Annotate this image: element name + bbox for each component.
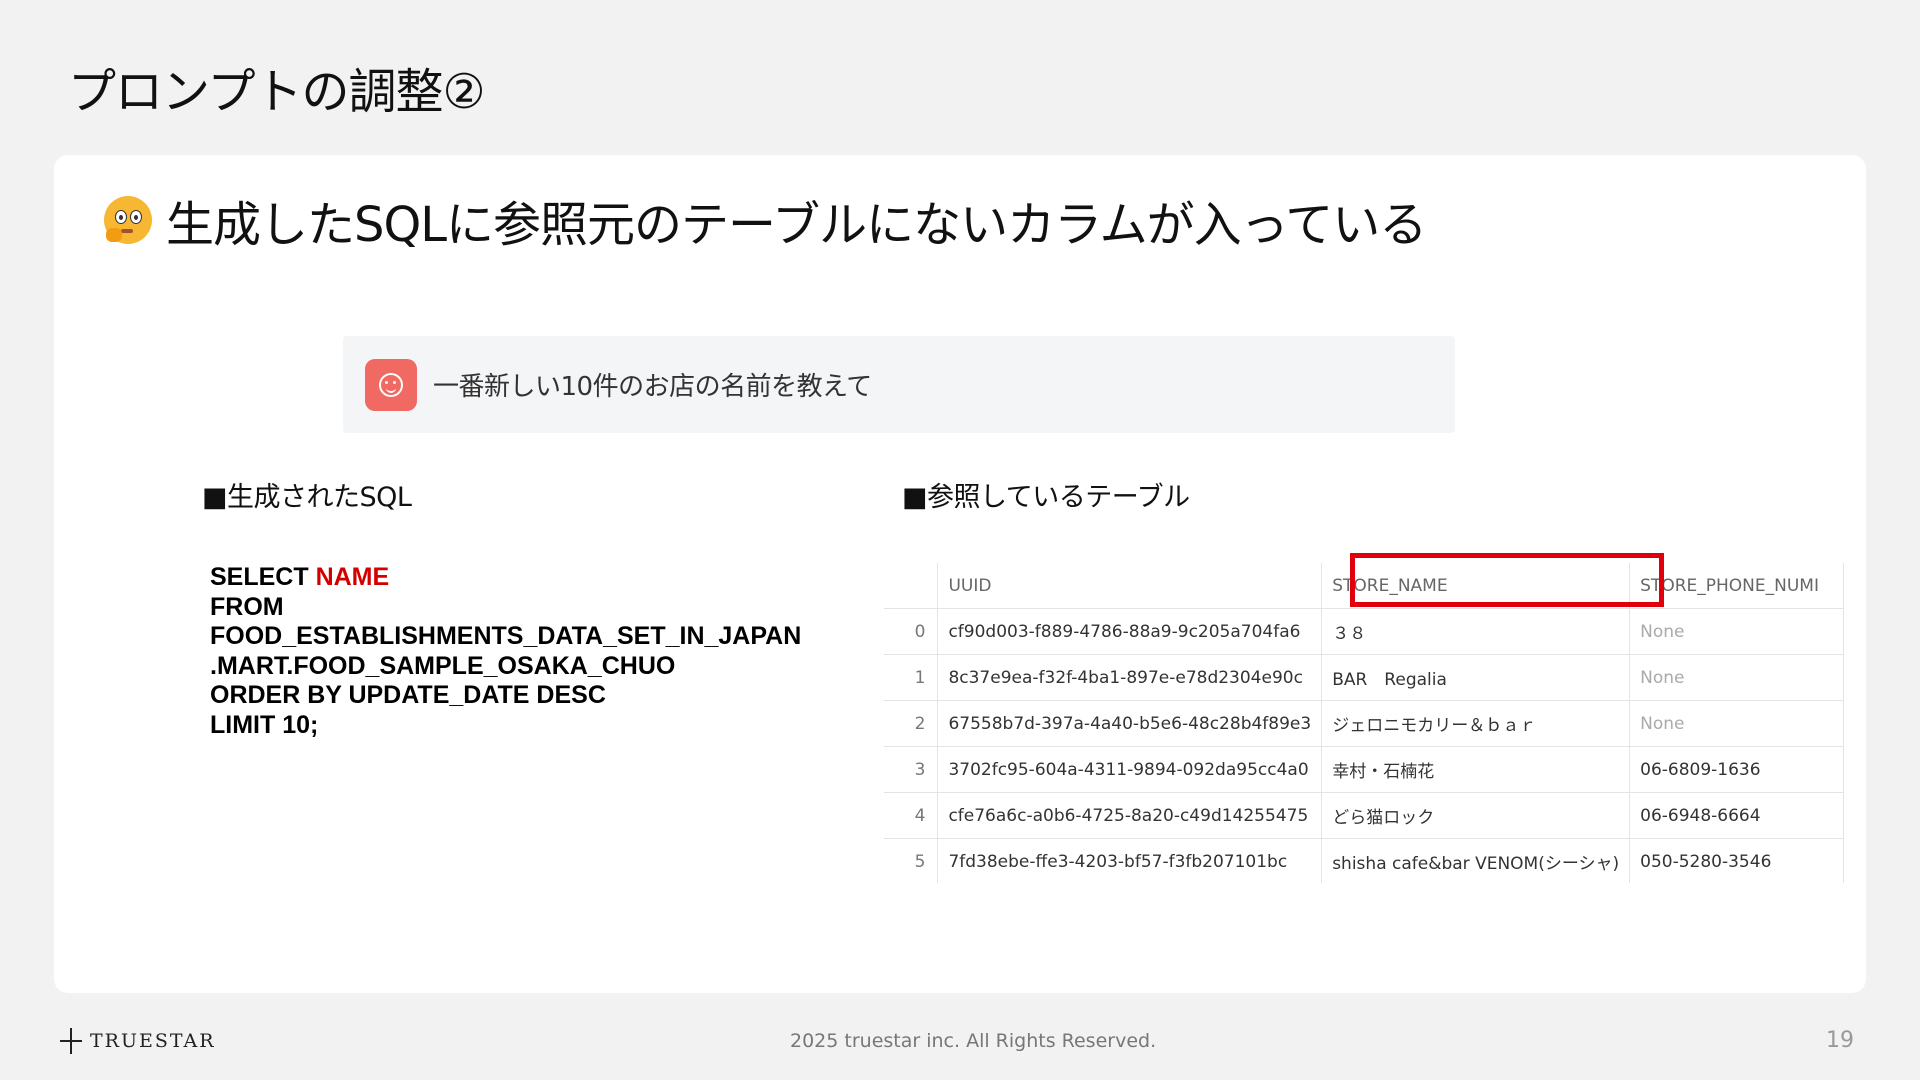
cell-uuid: 3702fc95-604a-4311-9894-092da95cc4a0 (937, 746, 1323, 793)
cell-store-phone: 06-6948-6664 (1629, 792, 1844, 839)
cell-store-phone: None (1629, 654, 1844, 701)
table-row: 5 7fd38ebe-ffe3-4203-bf57-f3fb207101bc s… (884, 838, 1844, 883)
row-index: 4 (884, 792, 939, 839)
row-index: 3 (884, 746, 939, 793)
thinking-face-icon (104, 196, 152, 244)
sql-code: SELECT NAME FROM FOOD_ESTABLISHMENTS_DAT… (210, 563, 801, 740)
cell-store-phone: 06-6809-1636 (1629, 746, 1844, 793)
sql-line: FOOD_ESTABLISHMENTS_DATA_SET_IN_JAPAN (210, 622, 802, 650)
cell-uuid: 67558b7d-397a-4a40-b5e6-48c28b4f89e3 (937, 700, 1323, 747)
prompt-text: 一番新しい10件のお店の名前を教えて (433, 372, 872, 402)
table-row: 4 cfe76a6c-a0b6-4725-8a20-c49d14255475 ど… (884, 792, 1844, 839)
page-number: 19 (1826, 1028, 1854, 1053)
cell-store-phone: None (1629, 700, 1844, 747)
issue-heading: 生成したSQLに参照元のテーブルにないカラムが入っている (104, 185, 1427, 255)
cell-store-name: どら猫ロック (1321, 792, 1631, 839)
row-index: 1 (884, 654, 939, 701)
cell-uuid: 7fd38ebe-ffe3-4203-bf57-f3fb207101bc (937, 838, 1323, 883)
table-row: 0 cf90d003-f889-4786-88a9-9c205a704fa6 ３… (884, 608, 1844, 655)
row-index: 0 (884, 608, 939, 655)
cell-store-phone: None (1629, 608, 1844, 655)
store-name-highlight-box (1350, 553, 1664, 607)
sql-line: .MART.FOOD_SAMPLE_OSAKA_CHUO (210, 651, 676, 680)
sql-line: FROM (210, 592, 284, 621)
slide-title: プロンプトの調整② (68, 64, 486, 120)
cell-uuid: cfe76a6c-a0b6-4725-8a20-c49d14255475 (937, 792, 1323, 839)
prompt-message: 一番新しい10件のお店の名前を教えて (343, 336, 1455, 433)
cell-store-name: BAR Regalia (1321, 654, 1631, 701)
copyright-text: 2025 truestar inc. All Rights Reserved. (790, 1030, 1157, 1052)
logo-text: TRUESTAR (90, 1030, 216, 1052)
cell-store-name: shisha cafe&bar VENOM(シーシャ) (1321, 838, 1631, 883)
sql-line: LIMIT 10; (210, 710, 319, 739)
reference-table-screenshot: UUID STORE_NAME STORE_PHONE_NUMI 0 cf90d… (884, 563, 1844, 883)
cell-uuid: cf90d003-f889-4786-88a9-9c205a704fa6 (937, 608, 1323, 655)
chat-avatar-icon (365, 358, 417, 411)
table-section-label: ■参照しているテーブル (902, 482, 1190, 513)
content-card: 生成したSQLに参照元のテーブルにないカラムが入っている 一番新しい10件のお店… (54, 155, 1866, 993)
table-row: 3 3702fc95-604a-4311-9894-092da95cc4a0 幸… (884, 746, 1844, 793)
sql-section-label: ■生成されたSQL (202, 482, 412, 513)
column-header-index (884, 563, 939, 609)
table-row: 2 67558b7d-397a-4a40-b5e6-48c28b4f89e3 ジ… (884, 700, 1844, 747)
issue-text: 生成したSQLに参照元のテーブルにないカラムが入っている (166, 197, 1427, 253)
cell-store-name: 幸村・石楠花 (1321, 746, 1631, 793)
sql-highlighted-column: NAME (315, 563, 390, 591)
cell-store-name: ジェロニモカリー＆ｂａｒ (1321, 700, 1631, 747)
truestar-logo-icon (60, 1028, 82, 1054)
cell-store-name: ３８ (1321, 608, 1631, 655)
row-index: 2 (884, 700, 939, 747)
sql-line: ORDER BY UPDATE_DATE DESC (210, 681, 606, 709)
sql-keyword: SELECT (210, 563, 316, 591)
cell-store-phone: 050-5280-3546 (1629, 838, 1844, 883)
table-row: 1 8c37e9ea-f32f-4ba1-897e-e78d2304e90c B… (884, 654, 1844, 701)
company-logo: TRUESTAR (60, 1028, 216, 1054)
row-index: 5 (884, 838, 939, 883)
column-header-uuid: UUID (937, 563, 1323, 609)
reference-table: UUID STORE_NAME STORE_PHONE_NUMI 0 cf90d… (884, 563, 1844, 883)
cell-uuid: 8c37e9ea-f32f-4ba1-897e-e78d2304e90c (937, 654, 1323, 701)
sql-line-select: SELECT NAME (210, 563, 801, 593)
